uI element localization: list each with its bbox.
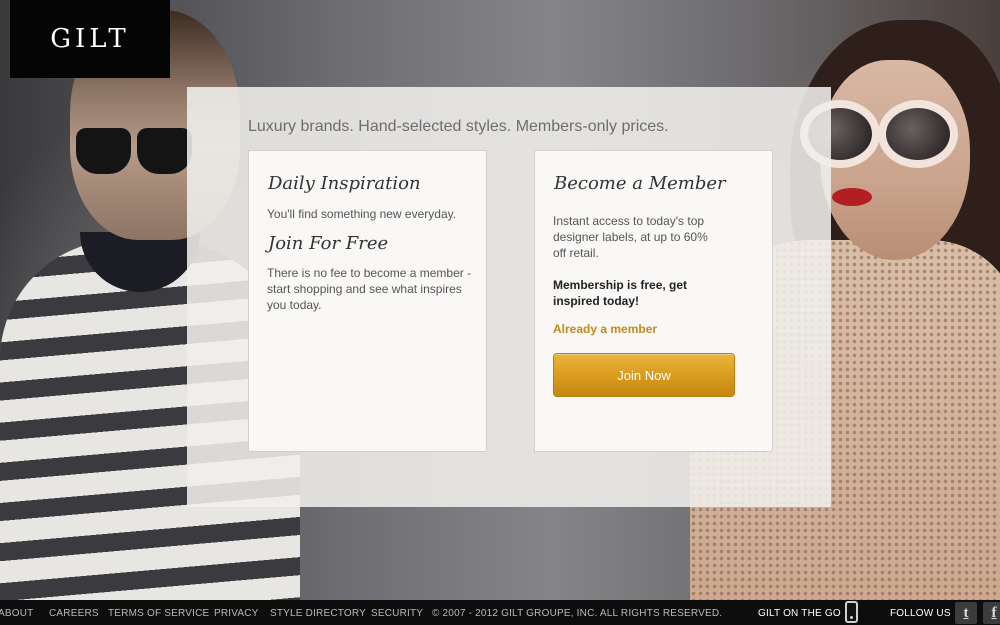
join-now-button[interactable]: Join Now <box>553 353 735 397</box>
membership-benefit-text: Instant access to today's top designer l… <box>553 214 708 260</box>
model-woman-lips <box>832 188 872 206</box>
join-for-free-heading: Join For Free <box>268 233 389 254</box>
membership-card: Become a Member Instant access to today'… <box>534 150 773 452</box>
copyright-text: © 2007 - 2012 GILT GROUPE, INC. ALL RIGH… <box>432 608 723 619</box>
model-man-sunglasses <box>76 128 194 176</box>
follow-us-label: FOLLOW US <box>890 608 951 619</box>
membership-free-text: Membership is free, get inspired today! <box>553 278 688 308</box>
footer-link-security[interactable]: SECURITY <box>371 608 423 619</box>
footer-link-careers[interactable]: CAREERS <box>49 608 99 619</box>
info-card: Daily Inspiration You'll find something … <box>248 150 487 452</box>
twitter-icon[interactable]: t <box>955 602 977 624</box>
join-for-free-text: There is no fee to become a member - sta… <box>267 266 472 312</box>
gilt-logo[interactable]: GILT <box>10 0 170 78</box>
daily-inspiration-text: You'll find something new everyday. <box>267 207 457 221</box>
daily-inspiration-heading: Daily Inspiration <box>268 173 421 194</box>
signup-panel: Luxury brands. Hand-selected styles. Mem… <box>187 87 831 507</box>
tagline: Luxury brands. Hand-selected styles. Mem… <box>248 118 669 135</box>
footer-link-about[interactable]: ABOUT <box>0 608 33 619</box>
phone-icon[interactable] <box>845 601 858 623</box>
footer-link-privacy[interactable]: PRIVACY <box>214 608 259 619</box>
facebook-icon[interactable]: f <box>983 602 1000 624</box>
footer-link-style-directory[interactable]: STYLE DIRECTORY <box>270 608 366 619</box>
footer-link-terms[interactable]: TERMS OF SERVICE <box>108 608 209 619</box>
already-member-link[interactable]: Already a member <box>553 322 657 336</box>
become-member-heading: Become a Member <box>554 173 726 194</box>
gilt-on-the-go-link[interactable]: GILT ON THE GO <box>758 608 841 619</box>
